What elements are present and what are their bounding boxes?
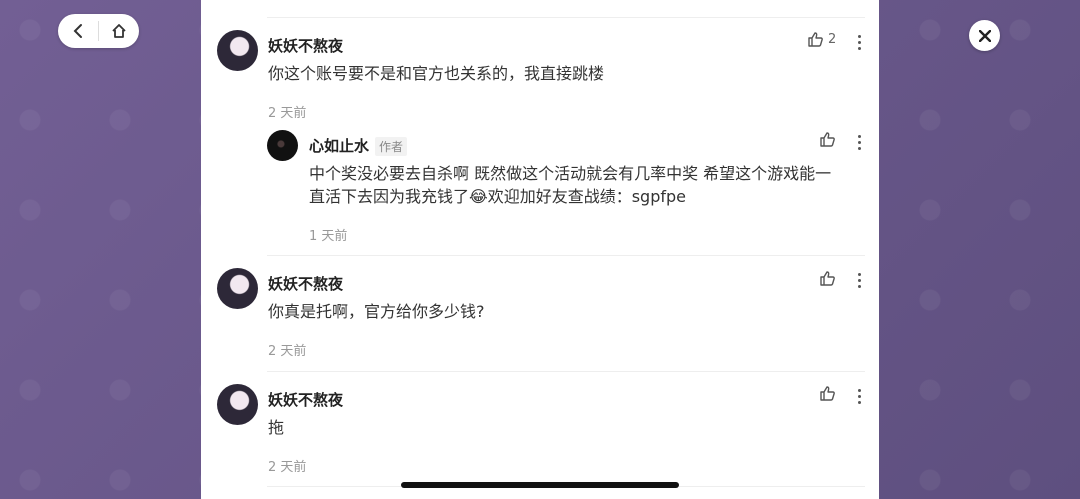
thumbs-up-icon	[808, 32, 823, 47]
comment-username[interactable]: 妖妖不熬夜	[268, 35, 343, 56]
divider	[267, 371, 865, 372]
avatar[interactable]	[217, 30, 258, 71]
avatar[interactable]	[217, 268, 258, 309]
comment-time: 2 天前	[268, 106, 307, 121]
divider	[267, 255, 865, 256]
thumbs-up-icon	[820, 386, 835, 401]
avatar[interactable]	[217, 384, 258, 425]
close-icon	[978, 29, 991, 42]
divider	[267, 17, 865, 18]
more-button[interactable]	[858, 273, 862, 288]
thumbs-up-icon	[820, 271, 835, 286]
like-button[interactable]	[819, 385, 836, 402]
like-button[interactable]: 2	[807, 31, 836, 48]
like-count: 2	[828, 32, 837, 47]
back-button[interactable]	[58, 14, 98, 48]
thumbs-up-icon	[820, 132, 835, 147]
comment-time: 2 天前	[268, 460, 307, 475]
comment-username[interactable]: 妖妖不熬夜	[268, 273, 343, 294]
more-button[interactable]	[858, 35, 862, 50]
home-icon	[112, 24, 126, 38]
comment-text: 你真是托啊，官方给你多少钱?	[268, 302, 485, 321]
like-button[interactable]	[819, 131, 836, 148]
comment-text-line2: 直活下去因为我充钱了😂欢迎加好友查战绩：sgpfpe	[309, 187, 686, 206]
home-button[interactable]	[99, 14, 139, 48]
avatar[interactable]	[267, 130, 298, 161]
chevron-left-icon	[73, 24, 82, 38]
comment-username[interactable]: 心如止水	[309, 135, 369, 156]
comments-panel: 妖妖不熬夜 你这个账号要不是和官方也关系的，我直接跳楼 2 天前 2 心如止水 …	[201, 0, 879, 499]
home-indicator[interactable]	[401, 482, 679, 488]
like-button[interactable]	[819, 270, 836, 287]
author-badge: 作者	[375, 137, 408, 156]
more-button[interactable]	[858, 135, 862, 150]
comment-time: 1 天前	[309, 229, 348, 244]
more-button[interactable]	[858, 389, 862, 404]
comment-text: 拖	[268, 418, 285, 437]
comment-username[interactable]: 妖妖不熬夜	[268, 389, 343, 410]
comment-text: 你这个账号要不是和官方也关系的，我直接跳楼	[268, 64, 605, 83]
close-button[interactable]	[969, 20, 1000, 51]
comment-time: 2 天前	[268, 344, 307, 359]
nav-pill	[58, 14, 139, 48]
comment-text-line1: 中个奖没必要去自杀啊 既然做这个活动就会有几率中奖 希望这个游戏能一	[309, 164, 832, 183]
